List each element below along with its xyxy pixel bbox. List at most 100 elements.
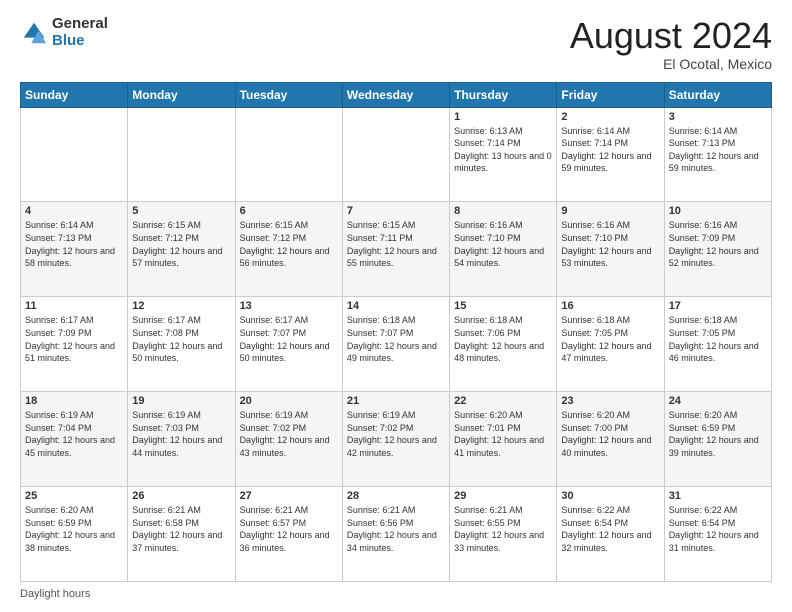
day-number: 13 bbox=[240, 300, 338, 312]
day-number: 15 bbox=[454, 300, 552, 312]
calendar-cell: 5 Sunrise: 6:15 AM Sunset: 7:12 PM Daylig… bbox=[128, 202, 235, 297]
calendar-cell: 9Sunrise: 6:16 AM Sunset: 7:10 PM Daylig… bbox=[557, 202, 664, 297]
cell-content: Sunrise: 6:15 AM Sunset: 7:11 PM Dayligh… bbox=[347, 219, 445, 269]
day-number: 7 bbox=[347, 205, 445, 217]
calendar-cell: 4 Sunrise: 6:14 AM Sunset: 7:13 PM Daylig… bbox=[21, 202, 128, 297]
day-number: 29 bbox=[454, 490, 552, 502]
calendar-cell: 3Sunrise: 6:14 AM Sunset: 7:13 PM Daylig… bbox=[664, 107, 771, 202]
day-number: 5 bbox=[132, 205, 230, 217]
header-saturday: Saturday bbox=[664, 82, 771, 107]
cell-content: Sunrise: 6:20 AM Sunset: 7:00 PM Dayligh… bbox=[561, 409, 659, 459]
cell-content: Sunrise: 6:17 AM Sunset: 7:07 PM Dayligh… bbox=[240, 314, 338, 364]
cell-content: Sunrise: 6:18 AM Sunset: 7:05 PM Dayligh… bbox=[561, 314, 659, 364]
cell-content: Sunrise: 6:16 AM Sunset: 7:10 PM Dayligh… bbox=[561, 219, 659, 269]
calendar-cell: 19 Sunrise: 6:19 AM Sunset: 7:03 PM Dayli… bbox=[128, 392, 235, 487]
day-number: 24 bbox=[669, 395, 767, 407]
cell-content: Sunrise: 6:21 AM Sunset: 6:56 PM Dayligh… bbox=[347, 504, 445, 554]
calendar-header: Sunday Monday Tuesday Wednesday Thursday… bbox=[21, 82, 772, 107]
calendar-cell: 22 Sunrise: 6:20 AM Sunset: 7:01 PM Dayli… bbox=[450, 392, 557, 487]
header-tuesday: Tuesday bbox=[235, 82, 342, 107]
calendar-cell: 17 Sunrise: 6:18 AM Sunset: 7:05 PM Dayli… bbox=[664, 297, 771, 392]
calendar-cell: 11 Sunrise: 6:17 AM Sunset: 7:09 PM Dayli… bbox=[21, 297, 128, 392]
cell-content: Sunrise: 6:17 AM Sunset: 7:09 PM Dayligh… bbox=[25, 314, 123, 364]
header: General Blue August 2024 El Ocotal, Mexi… bbox=[20, 16, 772, 72]
day-number: 18 bbox=[25, 395, 123, 407]
calendar-cell: 18 Sunrise: 6:19 AM Sunset: 7:04 PM Dayli… bbox=[21, 392, 128, 487]
calendar-cell: 13 Sunrise: 6:17 AM Sunset: 7:07 PM Dayli… bbox=[235, 297, 342, 392]
calendar-cell: 7 Sunrise: 6:15 AM Sunset: 7:11 PM Daylig… bbox=[342, 202, 449, 297]
cell-content: Sunrise: 6:16 AM Sunset: 7:10 PM Dayligh… bbox=[454, 219, 552, 269]
day-number: 2 bbox=[561, 111, 659, 123]
calendar-cell: 29 Sunrise: 6:21 AM Sunset: 6:55 PM Dayli… bbox=[450, 487, 557, 582]
day-number: 25 bbox=[25, 490, 123, 502]
location: El Ocotal, Mexico bbox=[570, 56, 772, 72]
calendar-week-row: 1 Sunrise: 6:13 AM Sunset: 7:14 PM Daylig… bbox=[21, 107, 772, 202]
day-number: 12 bbox=[132, 300, 230, 312]
page: General Blue August 2024 El Ocotal, Mexi… bbox=[0, 0, 792, 612]
calendar-body: 1 Sunrise: 6:13 AM Sunset: 7:14 PM Daylig… bbox=[21, 107, 772, 581]
day-number: 22 bbox=[454, 395, 552, 407]
calendar-table: Sunday Monday Tuesday Wednesday Thursday… bbox=[20, 82, 772, 582]
header-friday: Friday bbox=[557, 82, 664, 107]
calendar-cell: 31 Sunrise: 6:22 AM Sunset: 6:54 PM Dayli… bbox=[664, 487, 771, 582]
calendar-week-row: 4 Sunrise: 6:14 AM Sunset: 7:13 PM Daylig… bbox=[21, 202, 772, 297]
day-number: 19 bbox=[132, 395, 230, 407]
cell-content: Sunrise: 6:19 AM Sunset: 7:03 PM Dayligh… bbox=[132, 409, 230, 459]
cell-content: Sunrise: 6:22 AM Sunset: 6:54 PM Dayligh… bbox=[669, 504, 767, 554]
calendar-cell: 15Sunrise: 6:18 AM Sunset: 7:06 PM Dayli… bbox=[450, 297, 557, 392]
calendar-cell: 28Sunrise: 6:21 AM Sunset: 6:56 PM Dayli… bbox=[342, 487, 449, 582]
cell-content: Sunrise: 6:20 AM Sunset: 6:59 PM Dayligh… bbox=[25, 504, 123, 554]
logo-blue-text: Blue bbox=[52, 33, 108, 50]
calendar-cell bbox=[128, 107, 235, 202]
cell-content: Sunrise: 6:16 AM Sunset: 7:09 PM Dayligh… bbox=[669, 219, 767, 269]
month-title: August 2024 bbox=[570, 16, 772, 56]
day-number: 10 bbox=[669, 205, 767, 217]
cell-content: Sunrise: 6:19 AM Sunset: 7:04 PM Dayligh… bbox=[25, 409, 123, 459]
cell-content: Sunrise: 6:13 AM Sunset: 7:14 PM Dayligh… bbox=[454, 125, 552, 175]
header-monday: Monday bbox=[128, 82, 235, 107]
calendar-cell bbox=[235, 107, 342, 202]
day-number: 11 bbox=[25, 300, 123, 312]
day-number: 8 bbox=[454, 205, 552, 217]
cell-content: Sunrise: 6:15 AM Sunset: 7:12 PM Dayligh… bbox=[240, 219, 338, 269]
cell-content: Sunrise: 6:20 AM Sunset: 7:01 PM Dayligh… bbox=[454, 409, 552, 459]
calendar-cell: 26Sunrise: 6:21 AM Sunset: 6:58 PM Dayli… bbox=[128, 487, 235, 582]
day-number: 30 bbox=[561, 490, 659, 502]
header-sunday: Sunday bbox=[21, 82, 128, 107]
cell-content: Sunrise: 6:14 AM Sunset: 7:13 PM Dayligh… bbox=[25, 219, 123, 269]
calendar-cell: 20 Sunrise: 6:19 AM Sunset: 7:02 PM Dayli… bbox=[235, 392, 342, 487]
footer: Daylight hours bbox=[20, 588, 772, 600]
logo-text: General Blue bbox=[52, 16, 108, 49]
cell-content: Sunrise: 6:19 AM Sunset: 7:02 PM Dayligh… bbox=[347, 409, 445, 459]
cell-content: Sunrise: 6:15 AM Sunset: 7:12 PM Dayligh… bbox=[132, 219, 230, 269]
calendar-cell: 12 Sunrise: 6:17 AM Sunset: 7:08 PM Dayli… bbox=[128, 297, 235, 392]
calendar-cell: 21Sunrise: 6:19 AM Sunset: 7:02 PM Dayli… bbox=[342, 392, 449, 487]
calendar-cell: 30 Sunrise: 6:22 AM Sunset: 6:54 PM Dayli… bbox=[557, 487, 664, 582]
day-number: 4 bbox=[25, 205, 123, 217]
day-number: 27 bbox=[240, 490, 338, 502]
calendar-cell: 23Sunrise: 6:20 AM Sunset: 7:00 PM Dayli… bbox=[557, 392, 664, 487]
daylight-hours-label: Daylight hours bbox=[20, 588, 90, 600]
cell-content: Sunrise: 6:14 AM Sunset: 7:13 PM Dayligh… bbox=[669, 125, 767, 175]
day-number: 16 bbox=[561, 300, 659, 312]
cell-content: Sunrise: 6:18 AM Sunset: 7:07 PM Dayligh… bbox=[347, 314, 445, 364]
calendar-cell: 10 Sunrise: 6:16 AM Sunset: 7:09 PM Dayli… bbox=[664, 202, 771, 297]
cell-content: Sunrise: 6:17 AM Sunset: 7:08 PM Dayligh… bbox=[132, 314, 230, 364]
cell-content: Sunrise: 6:18 AM Sunset: 7:05 PM Dayligh… bbox=[669, 314, 767, 364]
cell-content: Sunrise: 6:22 AM Sunset: 6:54 PM Dayligh… bbox=[561, 504, 659, 554]
calendar-cell: 2 Sunrise: 6:14 AM Sunset: 7:14 PM Daylig… bbox=[557, 107, 664, 202]
day-number: 26 bbox=[132, 490, 230, 502]
day-number: 14 bbox=[347, 300, 445, 312]
cell-content: Sunrise: 6:21 AM Sunset: 6:57 PM Dayligh… bbox=[240, 504, 338, 554]
header-thursday: Thursday bbox=[450, 82, 557, 107]
day-number: 20 bbox=[240, 395, 338, 407]
calendar-cell: 24Sunrise: 6:20 AM Sunset: 6:59 PM Dayli… bbox=[664, 392, 771, 487]
calendar-cell: 8 Sunrise: 6:16 AM Sunset: 7:10 PM Daylig… bbox=[450, 202, 557, 297]
header-wednesday: Wednesday bbox=[342, 82, 449, 107]
cell-content: Sunrise: 6:19 AM Sunset: 7:02 PM Dayligh… bbox=[240, 409, 338, 459]
day-number: 1 bbox=[454, 111, 552, 123]
cell-content: Sunrise: 6:14 AM Sunset: 7:14 PM Dayligh… bbox=[561, 125, 659, 175]
day-number: 31 bbox=[669, 490, 767, 502]
cell-content: Sunrise: 6:21 AM Sunset: 6:55 PM Dayligh… bbox=[454, 504, 552, 554]
day-number: 17 bbox=[669, 300, 767, 312]
